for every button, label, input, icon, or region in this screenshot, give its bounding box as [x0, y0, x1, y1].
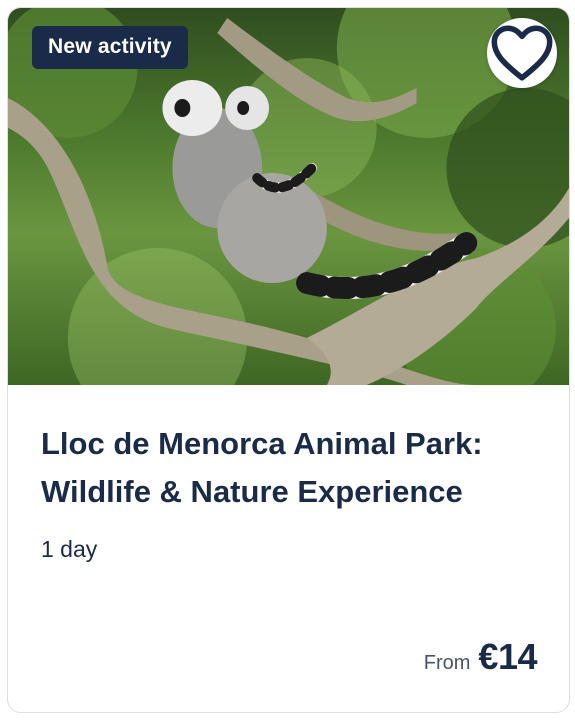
- price-block: From €14: [423, 636, 538, 678]
- activity-duration: 1 day: [41, 536, 98, 562]
- wishlist-button[interactable]: [487, 18, 557, 88]
- activity-card[interactable]: New activity Lloc de Menorca Animal Park…: [7, 7, 570, 713]
- heart-outline-icon: [491, 25, 553, 81]
- new-activity-badge: New activity: [32, 26, 188, 69]
- activity-title[interactable]: Lloc de Menorca Animal Park: Wildlife & …: [41, 420, 541, 516]
- activity-photo[interactable]: New activity: [8, 8, 569, 385]
- price-amount: €14: [478, 636, 537, 677]
- price-prefix: From: [423, 652, 471, 674]
